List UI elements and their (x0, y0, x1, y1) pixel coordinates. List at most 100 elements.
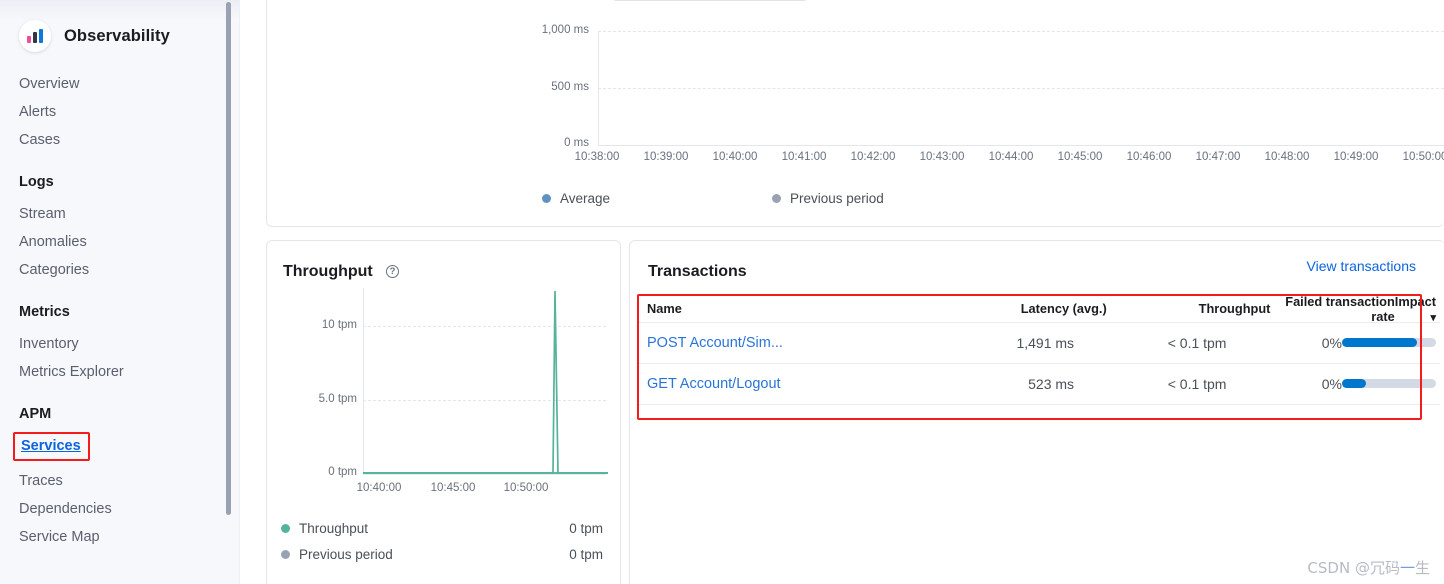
throughput-ytick-0: 0 tpm (283, 466, 357, 478)
sidebar-item-overview[interactable]: Overview (0, 70, 239, 98)
latency-xtick-10: 10:48:00 (1265, 151, 1310, 163)
throughput-legend-throughput-label: Throughput (299, 521, 368, 536)
cell-latency: 1,491 ms (884, 335, 1080, 351)
watermark-suffix: 生 (1415, 559, 1430, 577)
sidebar-item-service-map[interactable]: Service Map (0, 523, 239, 551)
column-header-impact[interactable]: Impact ▾ (1395, 294, 1440, 324)
main-content: 1,000 ms 500 ms 0 ms 10:38:00 10:39:00 1… (241, 0, 1444, 584)
sidebar-scrollbar-thumb[interactable] (226, 2, 231, 515)
sidebar-item-metrics-explorer[interactable]: Metrics Explorer (0, 358, 239, 386)
transactions-card: Transactions Name Latency (avg.) Through… (629, 240, 1444, 584)
legend-dot-icon (281, 550, 290, 559)
view-transactions-link[interactable]: View transactions (1307, 258, 1416, 274)
transactions-title: Transactions (648, 263, 747, 281)
column-header-throughput[interactable]: Throughput (1113, 301, 1271, 316)
sidebar-item-categories[interactable]: Categories (0, 256, 239, 284)
throughput-legend-throughput-value: 0 tpm (569, 521, 603, 536)
table-row[interactable]: POST Account/Sim... 1,491 ms < 0.1 tpm 0… (638, 322, 1440, 363)
sidebar-item-alerts[interactable]: Alerts (0, 98, 239, 126)
throughput-legend-previous[interactable]: Previous period 0 tpm (281, 547, 603, 562)
transactions-table: Name Latency (avg.) Throughput Failed tr… (638, 295, 1440, 418)
sidebar-group-logs: Logs (0, 174, 239, 190)
watermark-accent: 一 (1400, 559, 1415, 577)
throughput-ytick-5: 5.0 tpm (283, 393, 357, 405)
sidebar-item-cases[interactable]: Cases (0, 126, 239, 154)
sidebar-item-traces[interactable]: Traces (0, 467, 239, 495)
throughput-ytick-10: 10 tpm (283, 319, 357, 331)
latency-xtick-11: 10:49:00 (1334, 151, 1379, 163)
latency-gridline-500 (598, 88, 1444, 89)
latency-legend-previous-label: Previous period (790, 191, 884, 206)
latency-xaxis (598, 145, 1444, 146)
sidebar-item-inventory[interactable]: Inventory (0, 330, 239, 358)
sidebar-item-stream[interactable]: Stream (0, 200, 239, 228)
brand[interactable]: Observability (0, 0, 239, 58)
column-header-impact-label: Impact (1395, 294, 1436, 309)
transaction-name-link[interactable]: POST Account/Sim... (647, 335, 783, 351)
latency-xtick-0: 10:38:00 (575, 151, 620, 163)
column-header-latency[interactable]: Latency (avg.) (902, 301, 1113, 316)
impact-bar-fill (1342, 379, 1366, 388)
latency-legend-average[interactable]: Average (542, 191, 610, 206)
transaction-name-link[interactable]: GET Account/Logout (647, 376, 781, 392)
cell-latency: 523 ms (884, 376, 1080, 392)
latency-xtick-6: 10:44:00 (989, 151, 1034, 163)
latency-xtick-9: 10:47:00 (1196, 151, 1241, 163)
throughput-xaxis (363, 474, 606, 475)
latency-legend-average-label: Average (560, 191, 610, 206)
column-header-failed-rate[interactable]: Failed transaction rate (1270, 294, 1394, 324)
watermark-prefix: CSDN @冗码 (1307, 559, 1400, 577)
sidebar: Observability Overview Alerts Cases Logs… (0, 0, 240, 584)
cell-throughput: < 0.1 tpm (1080, 376, 1226, 392)
sidebar-item-anomalies[interactable]: Anomalies (0, 228, 239, 256)
throughput-legend-previous-label: Previous period (299, 547, 393, 562)
cell-failed-rate: 0% (1226, 335, 1342, 351)
latency-ytick-500: 500 ms (517, 81, 589, 93)
brand-title: Observability (64, 27, 170, 46)
table-row[interactable]: GET Account/Logout 523 ms < 0.1 tpm 0% (638, 363, 1440, 404)
legend-dot-icon (281, 524, 290, 533)
latency-xtick-5: 10:43:00 (920, 151, 965, 163)
services-highlight-box: Services (13, 432, 90, 461)
observability-app: Observability Overview Alerts Cases Logs… (0, 0, 1444, 584)
latency-xtick-3: 10:41:00 (782, 151, 827, 163)
sidebar-item-dependencies[interactable]: Dependencies (0, 495, 239, 523)
latency-gridline-1000 (598, 31, 1444, 32)
throughput-xtick-1: 10:45:00 (431, 482, 476, 494)
watermark: CSDN @冗码一生 (1307, 557, 1430, 578)
throughput-series-line (363, 288, 608, 478)
latency-ytick-0: 0 ms (517, 137, 589, 149)
throughput-legend-throughput[interactable]: Throughput 0 tpm (281, 521, 603, 536)
latency-xtick-7: 10:45:00 (1058, 151, 1103, 163)
legend-dot-icon (772, 194, 781, 203)
cell-failed-rate: 0% (1226, 376, 1342, 392)
latency-ytick-1000: 1,000 ms (517, 24, 589, 36)
latency-xtick-12: 10:50:00 (1403, 151, 1444, 163)
latency-xtick-8: 10:46:00 (1127, 151, 1172, 163)
sidebar-group-metrics: Metrics (0, 304, 239, 320)
bar-chart-logo-icon (19, 20, 51, 52)
sidebar-nav: Overview Alerts Cases Logs Stream Anomal… (0, 58, 239, 551)
sidebar-scrollbar-track[interactable] (230, 0, 235, 584)
latency-card: 1,000 ms 500 ms 0 ms 10:38:00 10:39:00 1… (266, 0, 1444, 227)
cell-impact (1342, 375, 1440, 393)
latency-xtick-4: 10:42:00 (851, 151, 896, 163)
sidebar-group-apm: APM (0, 406, 239, 422)
sidebar-item-services[interactable]: Services (21, 436, 81, 456)
cell-throughput: < 0.1 tpm (1080, 335, 1226, 351)
latency-xtick-1: 10:39:00 (644, 151, 689, 163)
latency-legend-previous[interactable]: Previous period (772, 191, 884, 206)
cell-impact (1342, 334, 1440, 352)
latency-xtick-2: 10:40:00 (713, 151, 758, 163)
table-footer-divider (638, 404, 1440, 418)
throughput-legend-previous-value: 0 tpm (569, 547, 603, 562)
legend-dot-icon (542, 194, 551, 203)
column-header-name[interactable]: Name (638, 301, 902, 316)
throughput-card: Throughput ? 10 tpm 5.0 tpm 0 tpm 1 (266, 240, 621, 584)
throughput-xtick-2: 10:50:00 (504, 482, 549, 494)
throughput-xtick-0: 10:40:00 (357, 482, 402, 494)
impact-bar-fill (1342, 338, 1417, 347)
chevron-down-icon[interactable]: ▾ (1430, 311, 1436, 324)
latency-yaxis (598, 31, 599, 145)
impact-bar-track (1342, 338, 1436, 347)
